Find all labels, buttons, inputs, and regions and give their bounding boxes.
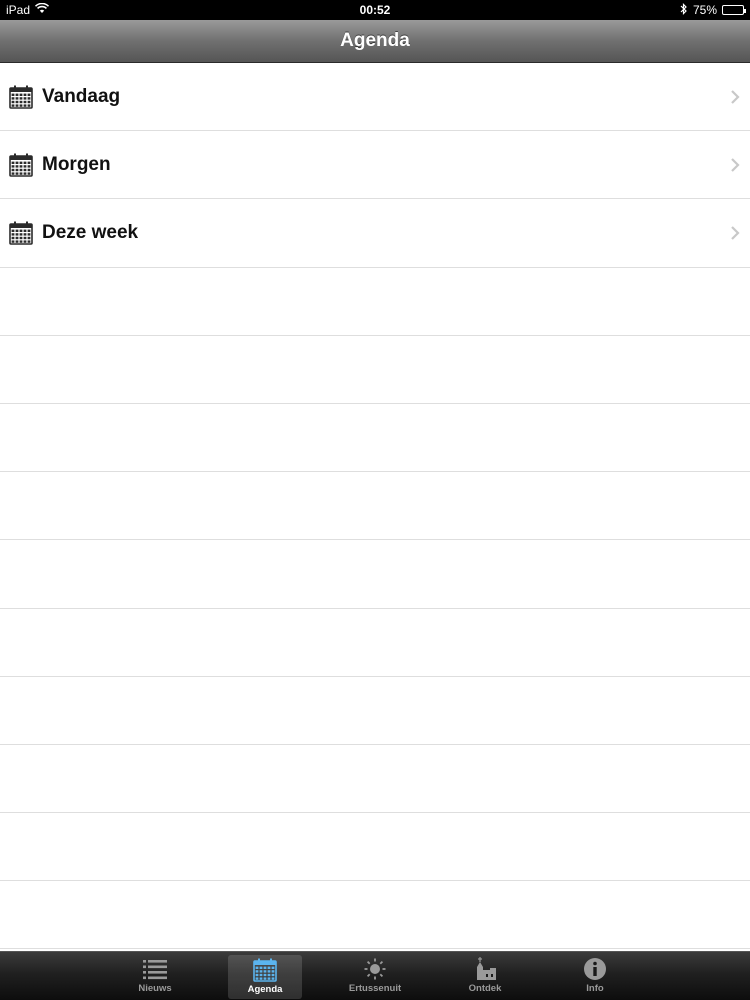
tab-nieuws[interactable]: Nieuws	[118, 952, 192, 1000]
empty-row	[0, 813, 750, 882]
calendar-icon	[9, 153, 33, 177]
device-label: iPad	[6, 3, 31, 17]
list-item[interactable]: Deze week	[0, 199, 750, 268]
agenda-list: Vandaag Morgen Deze week	[0, 63, 750, 950]
tab-info[interactable]: Info	[558, 952, 632, 1000]
tab-label: Agenda	[247, 984, 283, 995]
tab-agenda[interactable]: Agenda	[228, 955, 302, 999]
battery-percent: 75%	[692, 3, 717, 17]
chevron-right-icon	[730, 225, 740, 241]
empty-row	[0, 335, 750, 404]
tab-label: Info	[586, 983, 604, 994]
battery-icon	[722, 5, 746, 15]
empty-row	[0, 403, 750, 473]
calendar-icon	[9, 221, 33, 245]
list-icon	[142, 957, 168, 981]
bluetooth-icon	[680, 2, 688, 18]
empty-row	[0, 881, 750, 950]
sun-icon	[362, 957, 388, 981]
tab-label: Nieuws	[138, 983, 172, 994]
empty-row	[0, 540, 750, 609]
status-bar: iPad 00:52 75%	[0, 0, 750, 20]
empty-row	[0, 676, 750, 745]
list-item[interactable]: Morgen	[0, 131, 750, 200]
tab-bar: Nieuws Agenda Ertussenuit Ontdek Info	[0, 951, 750, 1000]
list-item-label: Deze week	[42, 221, 139, 243]
list-item[interactable]: Vandaag	[0, 63, 750, 132]
empty-row	[0, 744, 750, 814]
info-icon	[582, 957, 608, 981]
calendar-icon	[252, 958, 278, 982]
tab-label: Ertussenuit	[348, 983, 402, 994]
empty-row	[0, 267, 750, 336]
list-item-label: Morgen	[42, 153, 111, 175]
empty-row	[0, 608, 750, 677]
wifi-icon	[34, 2, 50, 17]
page-title: Agenda	[340, 30, 410, 51]
tab-ontdek[interactable]: Ontdek	[448, 952, 522, 1000]
tab-ertussenuit[interactable]: Ertussenuit	[338, 952, 412, 1000]
status-time: 00:52	[359, 3, 391, 17]
navigation-bar: Agenda	[0, 20, 750, 63]
church-icon	[472, 957, 498, 981]
status-left: iPad	[6, 2, 50, 17]
list-item-label: Vandaag	[42, 85, 121, 107]
status-right: 75%	[680, 2, 746, 18]
tab-label: Ontdek	[468, 983, 502, 994]
chevron-right-icon	[730, 89, 740, 105]
screen: iPad 00:52 75% Agenda Vandaag Morgen Dez…	[0, 0, 750, 1000]
empty-row	[0, 472, 750, 541]
calendar-icon	[9, 85, 33, 109]
chevron-right-icon	[730, 157, 740, 173]
